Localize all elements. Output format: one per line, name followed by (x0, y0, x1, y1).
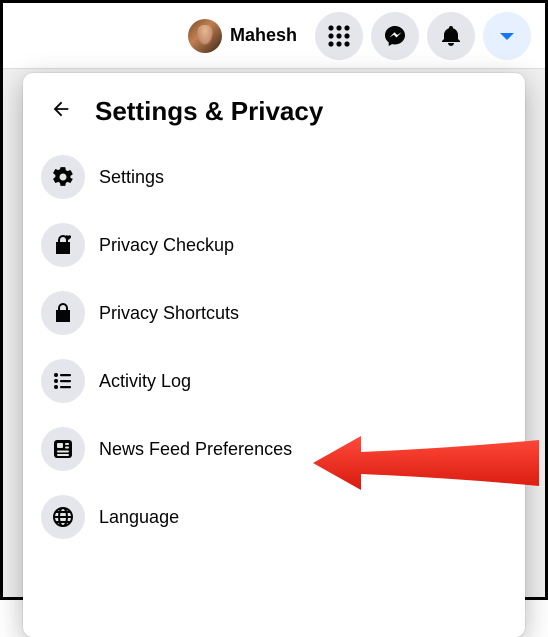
caret-down-icon (497, 26, 517, 46)
lock-icon (41, 291, 85, 335)
menu-item-privacy-shortcuts[interactable]: Privacy Shortcuts (31, 279, 517, 347)
profile-chip[interactable]: Mahesh (185, 16, 307, 56)
menu-item-activity-log[interactable]: Activity Log (31, 347, 517, 415)
feed-icon (41, 427, 85, 471)
profile-name: Mahesh (230, 25, 297, 46)
grid-icon (328, 25, 350, 47)
messenger-button[interactable] (371, 12, 419, 60)
lock-heart-icon (41, 223, 85, 267)
avatar (188, 19, 222, 53)
back-button[interactable] (41, 91, 81, 131)
menu-item-news-feed-preferences[interactable]: News Feed Preferences (31, 415, 517, 483)
menu-item-label: News Feed Preferences (99, 439, 292, 460)
list-icon (41, 359, 85, 403)
menu-item-settings[interactable]: Settings (31, 143, 517, 211)
menu-item-language[interactable]: Language (31, 483, 517, 551)
panel-header: Settings & Privacy (31, 87, 517, 143)
gear-icon (41, 155, 85, 199)
menu-grid-button[interactable] (315, 12, 363, 60)
menu-item-label: Settings (99, 167, 164, 188)
account-menu-button[interactable] (483, 12, 531, 60)
messenger-icon (383, 24, 407, 48)
bell-icon (439, 24, 463, 48)
menu-item-privacy-checkup[interactable]: Privacy Checkup (31, 211, 517, 279)
menu-item-label: Privacy Checkup (99, 235, 234, 256)
notifications-button[interactable] (427, 12, 475, 60)
menu-item-label: Privacy Shortcuts (99, 303, 239, 324)
settings-privacy-panel: Settings & Privacy Settings Privacy Chec… (23, 73, 525, 637)
top-nav: Mahesh (3, 3, 545, 69)
arrow-left-icon (50, 98, 72, 125)
settings-menu: Settings Privacy Checkup Privacy Shortcu… (31, 143, 517, 551)
globe-icon (41, 495, 85, 539)
menu-item-label: Language (99, 507, 179, 528)
panel-title: Settings & Privacy (95, 96, 323, 127)
menu-item-label: Activity Log (99, 371, 191, 392)
